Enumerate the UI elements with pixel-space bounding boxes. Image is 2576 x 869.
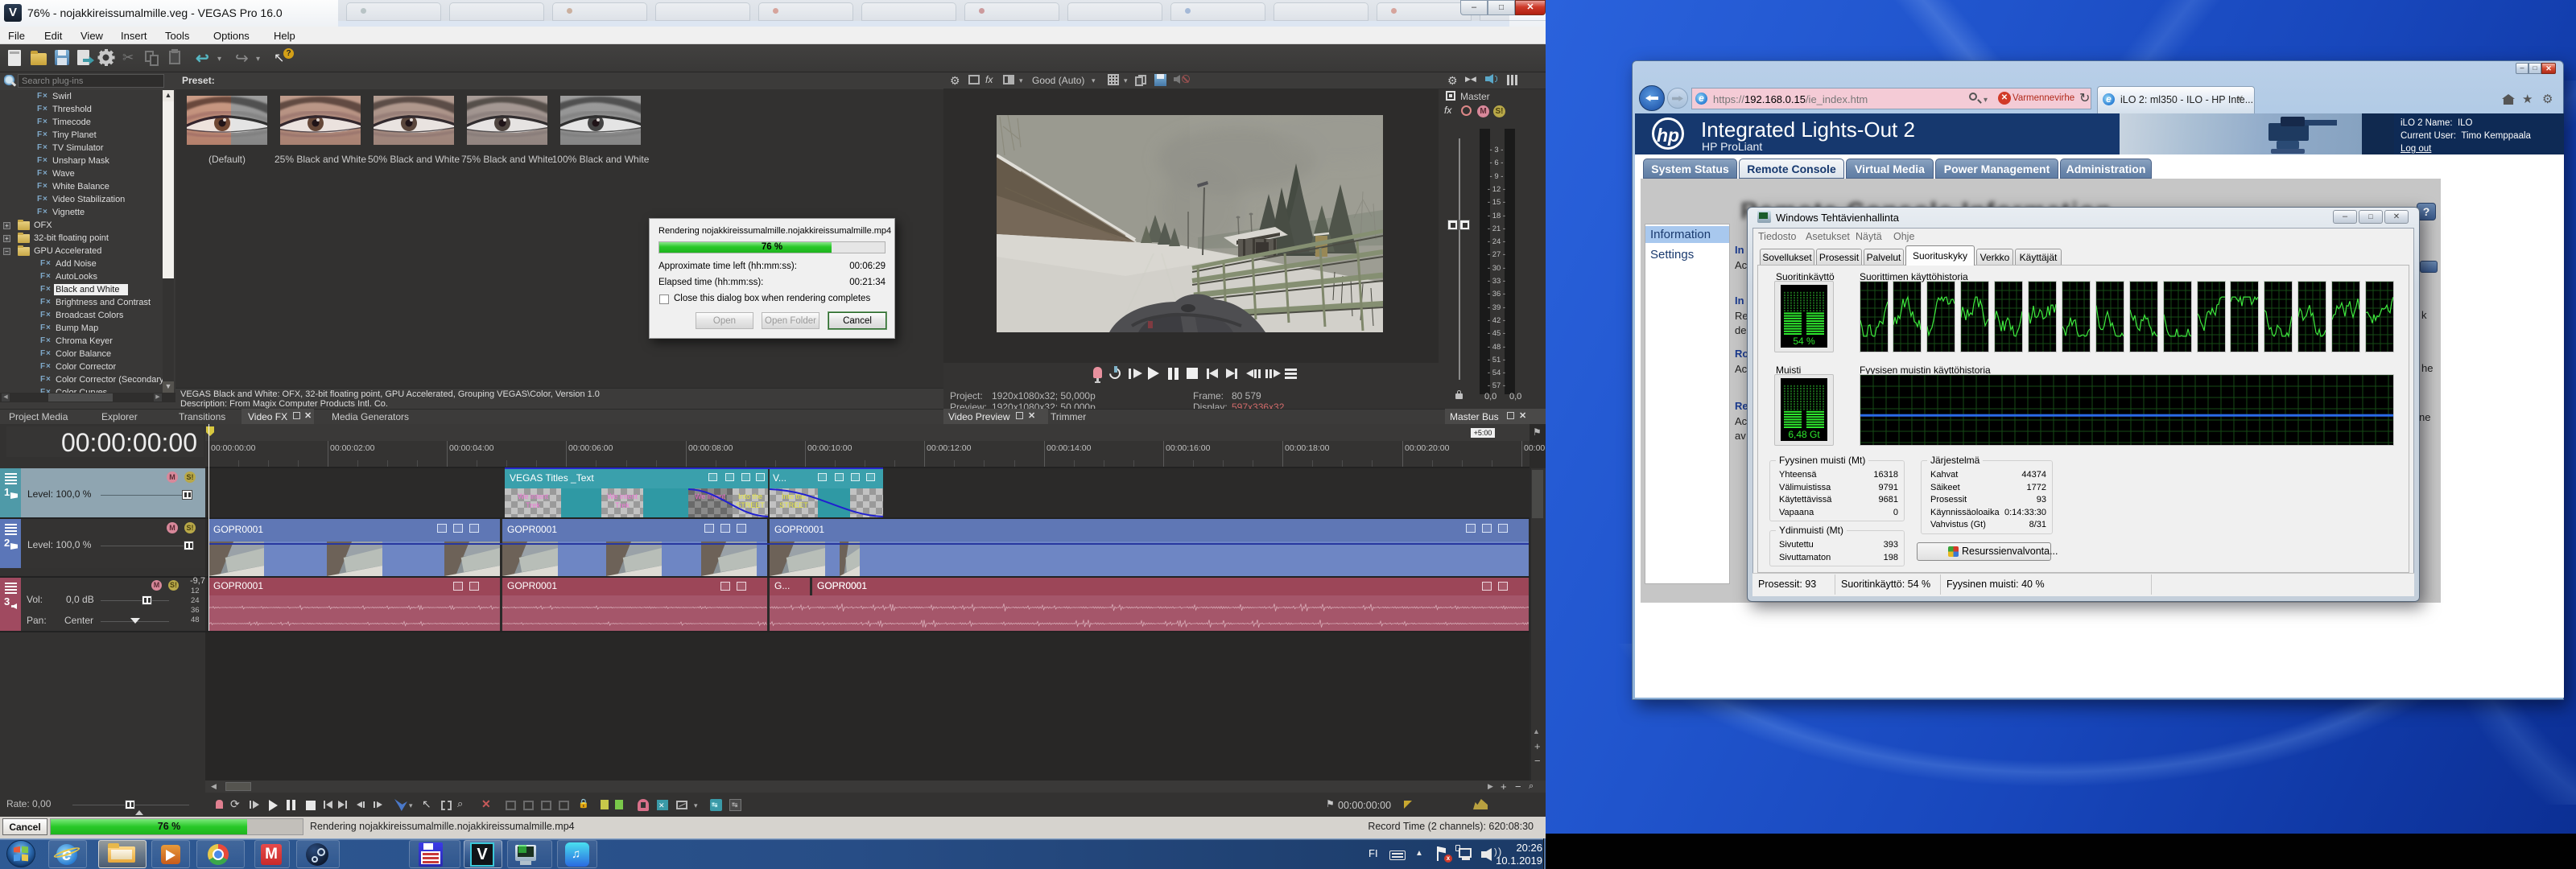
svg-text:54 %: 54 % [1793,336,1815,347]
svg-text:6,48 Gt: 6,48 Gt [1788,429,1820,440]
